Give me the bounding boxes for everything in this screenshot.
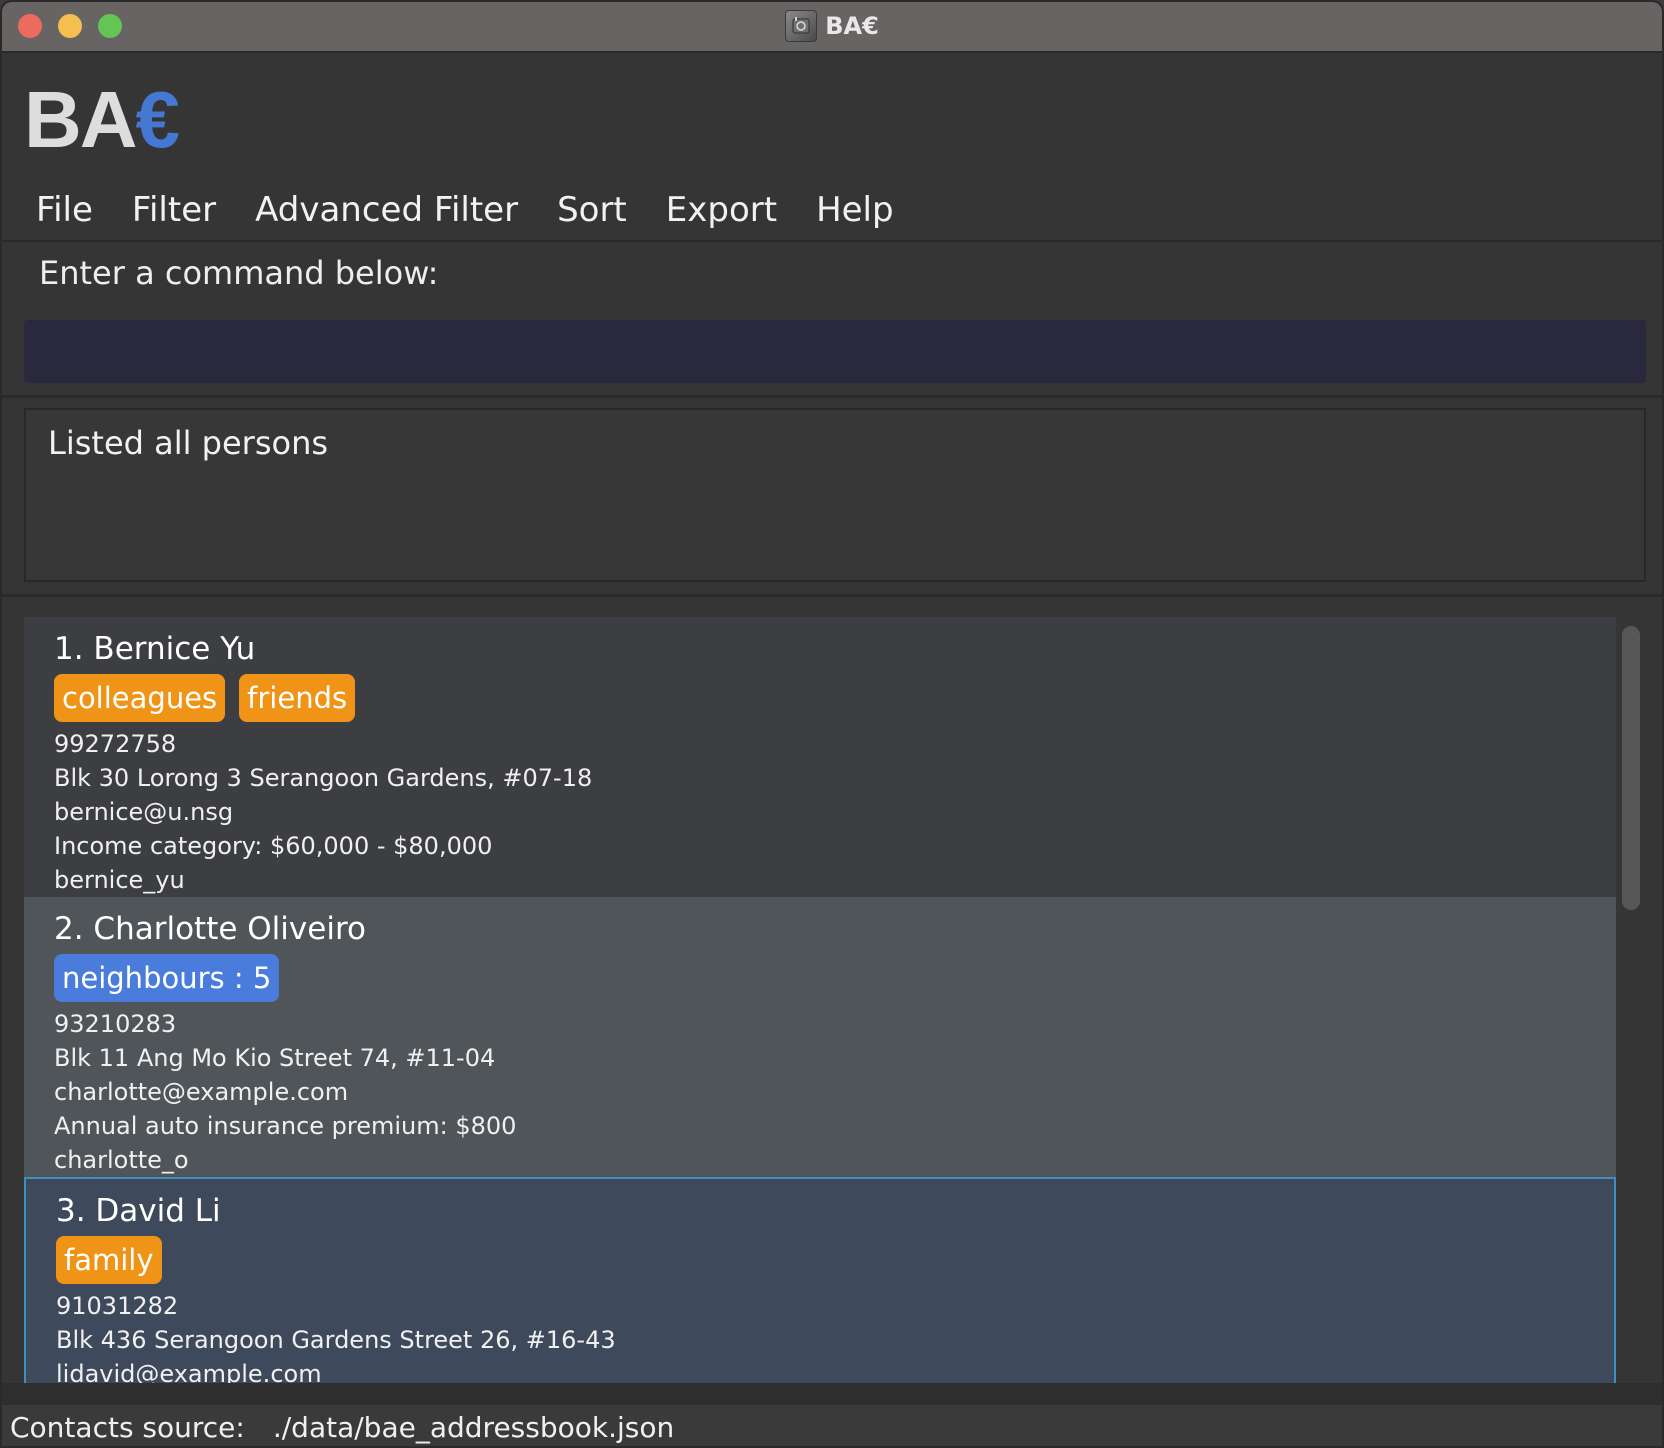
menu-filter[interactable]: Filter — [118, 190, 230, 230]
status-path: ./data/bae_addressbook.json — [272, 1411, 675, 1444]
list-bottom-edge — [2, 1383, 1662, 1405]
result-message: Listed all persons — [48, 424, 329, 462]
tag-badge: friends — [239, 674, 356, 722]
person-detail: Income category: $60,000 - $80,000 — [54, 832, 493, 860]
menu-file[interactable]: File — [22, 190, 107, 230]
person-card[interactable]: 2. Charlotte Oliveiro neighbours : 5 932… — [24, 897, 1616, 1177]
window-title: BA€ — [825, 12, 879, 40]
logo-euro-accent: € — [135, 75, 180, 164]
person-email: charlotte@example.com — [54, 1078, 349, 1106]
person-address: Blk 436 Serangoon Gardens Street 26, #16… — [56, 1326, 616, 1354]
person-name: 1. Bernice Yu — [54, 631, 256, 667]
status-bar: Contacts source: ./data/bae_addressbook.… — [2, 1405, 1662, 1446]
menu-sort[interactable]: Sort — [543, 190, 641, 230]
person-phone: 93210283 — [54, 1010, 177, 1038]
menu-advanced-filter[interactable]: Advanced Filter — [241, 190, 532, 230]
person-handle: charlotte_o — [54, 1146, 189, 1174]
person-phone: 99272758 — [54, 730, 177, 758]
person-email: bernice@u.nsg — [54, 798, 234, 826]
person-detail: Annual auto insurance premium: $800 — [54, 1112, 517, 1140]
tag-badge: colleagues — [54, 674, 226, 722]
person-email: lidavid@example.com — [56, 1360, 322, 1383]
app-logo: BA€ — [24, 74, 180, 166]
list-scrollbar[interactable] — [1622, 626, 1640, 910]
status-label: Contacts source: — [10, 1411, 245, 1444]
divider — [2, 594, 1662, 597]
tag-list: family — [56, 1235, 1584, 1285]
command-label: Enter a command below: — [39, 254, 439, 292]
person-list[interactable]: 1. Bernice Yu colleagues friends 9927275… — [24, 617, 1662, 1383]
tag-badge: neighbours : 5 — [54, 954, 280, 1002]
person-address: Blk 11 Ang Mo Kio Street 74, #11-04 — [54, 1044, 496, 1072]
tag-list: colleagues friends — [54, 673, 1586, 723]
command-input[interactable] — [24, 320, 1646, 383]
title-bar: BA€ — [2, 2, 1662, 53]
person-name: 3. David Li — [56, 1193, 221, 1229]
logo-prefix: BA — [24, 75, 138, 164]
divider — [2, 395, 1662, 398]
tag-list: neighbours : 5 — [54, 953, 1586, 1003]
menu-help[interactable]: Help — [802, 190, 908, 230]
menu-export[interactable]: Export — [652, 190, 791, 230]
result-display: Listed all persons — [24, 408, 1646, 582]
app-icon — [785, 10, 818, 42]
person-address: Blk 30 Lorong 3 Serangoon Gardens, #07-1… — [54, 764, 593, 792]
person-handle: bernice_yu — [54, 866, 185, 894]
person-phone: 91031282 — [56, 1292, 179, 1320]
person-card-selected[interactable]: 3. David Li family 91031282 Blk 436 Sera… — [24, 1177, 1616, 1383]
person-name: 2. Charlotte Oliveiro — [54, 911, 366, 947]
app-window: BA€ BA€ File Filter Advanced Filter Sort… — [0, 0, 1664, 1448]
tag-badge: family — [56, 1236, 162, 1284]
menu-bar: File Filter Advanced Filter Sort Export … — [2, 180, 1662, 242]
person-card[interactable]: 1. Bernice Yu colleagues friends 9927275… — [24, 617, 1616, 897]
